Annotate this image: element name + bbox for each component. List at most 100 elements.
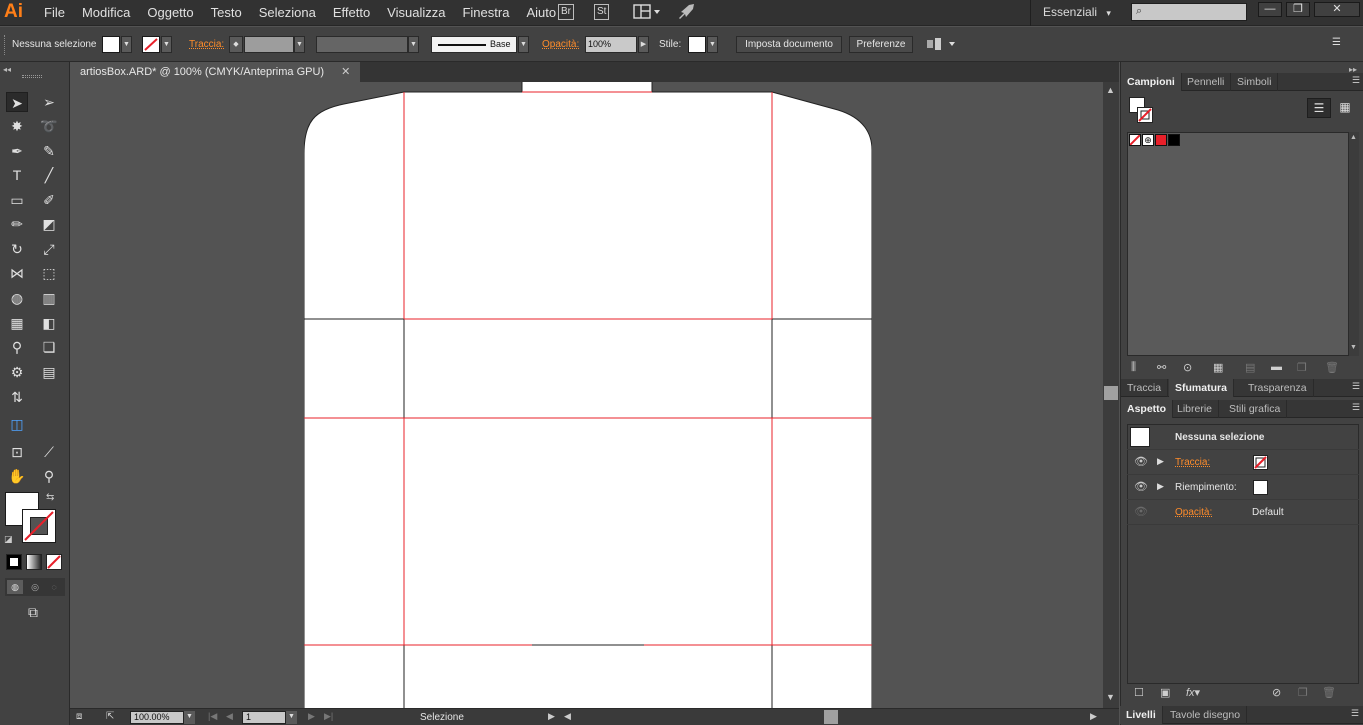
column-graph-tool-icon[interactable]: ▤ xyxy=(38,362,60,382)
add-new-effect-icon[interactable]: fx▾ xyxy=(1186,686,1200,699)
perspective-grid-tool-icon[interactable]: ▥ xyxy=(38,288,60,308)
mesh-tool-icon[interactable]: ▦ xyxy=(6,313,28,333)
close-tab-icon[interactable]: ✕ xyxy=(341,66,350,78)
stroke-swatch[interactable] xyxy=(142,36,160,53)
list-view-icon[interactable]: ☰ xyxy=(1307,98,1331,118)
search-input[interactable]: ⌕ xyxy=(1131,3,1247,21)
add-new-stroke-icon[interactable]: ☐ xyxy=(1134,686,1144,699)
rectangle-tool-icon[interactable]: ▭ xyxy=(6,190,28,210)
tab-layers[interactable]: Livelli xyxy=(1120,706,1163,724)
stroke-weight-stepper[interactable]: ◆ xyxy=(229,36,243,53)
artboard-number-input[interactable]: 1 xyxy=(242,711,286,724)
eye-icon[interactable]: 👁 xyxy=(1134,480,1148,493)
menu-finestra[interactable]: Finestra xyxy=(462,5,509,20)
restore-button[interactable]: ❐ xyxy=(1286,2,1310,17)
grip-icon[interactable] xyxy=(4,35,6,55)
swatch-libraries-icon[interactable]: ⫼ xyxy=(1131,361,1136,374)
hand-tool-icon[interactable]: ✋ xyxy=(6,466,28,486)
add-new-fill-icon[interactable]: ▣ xyxy=(1160,686,1170,699)
artboard-nav-icon[interactable]: ⧈ xyxy=(76,711,82,722)
panel-grip-icon[interactable] xyxy=(22,75,42,78)
last-artboard-icon[interactable]: ▶| xyxy=(324,711,333,722)
scroll-right-icon[interactable]: ▶ xyxy=(1090,711,1097,722)
expand-triangle-icon[interactable]: ▶ xyxy=(1157,481,1164,492)
paintbrush-tool-icon[interactable]: ✐ xyxy=(38,190,60,210)
swatch-none[interactable] xyxy=(1129,134,1141,146)
swap-colors-icon[interactable]: ⇆ xyxy=(46,492,54,503)
gradient-mode-icon[interactable] xyxy=(26,554,42,570)
color-mode-icon[interactable] xyxy=(6,554,22,570)
swatch-red[interactable] xyxy=(1155,134,1167,146)
brush-dropdown-icon[interactable]: ▼ xyxy=(518,36,529,53)
preferences-button[interactable]: Preferenze xyxy=(849,36,913,53)
appearance-fill-label[interactable]: Riempimento: xyxy=(1175,482,1237,493)
delete-item-icon[interactable]: 🗑 xyxy=(1322,686,1336,699)
eraser-tool-icon[interactable]: ◩ xyxy=(38,214,60,234)
bridge-button[interactable]: Br xyxy=(558,4,574,20)
brush-definition[interactable]: Base xyxy=(431,36,517,53)
scroll-up-icon[interactable]: ▲ xyxy=(1106,85,1115,95)
menu-visualizza[interactable]: Visualizza xyxy=(387,5,445,20)
scroll-up-icon[interactable]: ▲ xyxy=(1350,134,1357,141)
tab-brushes[interactable]: Pennelli xyxy=(1181,73,1232,91)
vertical-scroll-thumb[interactable] xyxy=(1104,386,1118,400)
eye-icon[interactable]: 👁 xyxy=(1134,505,1148,518)
canvas-area[interactable] xyxy=(70,82,1103,708)
menu-modifica[interactable]: Modifica xyxy=(82,5,130,20)
stroke-label[interactable]: Traccia: xyxy=(189,39,224,50)
zoom-tool-icon[interactable]: ⚲ xyxy=(38,466,60,486)
direct-selection-tool-icon[interactable]: ➢ xyxy=(38,92,60,112)
appearance-panel-menu-icon[interactable]: ☰ xyxy=(1352,402,1360,413)
layers-panel-menu-icon[interactable]: ☰ xyxy=(1351,708,1359,719)
eyedropper-tool-icon[interactable]: ⚲ xyxy=(6,337,28,357)
artboard-dropdown-icon[interactable]: ▼ xyxy=(286,711,297,724)
shape-builder-tool-icon[interactable]: ◍ xyxy=(6,288,28,308)
horizontal-scroll-thumb[interactable] xyxy=(824,710,838,724)
curvature-tool-icon[interactable]: ✎ xyxy=(38,141,60,161)
swatch-black[interactable] xyxy=(1168,134,1180,146)
fill-dropdown-icon[interactable]: ▼ xyxy=(121,36,132,53)
rotate-tool-icon[interactable]: ↻ xyxy=(6,239,28,259)
document-setup-button[interactable]: Imposta documento xyxy=(736,36,842,53)
appearance-stroke-row[interactable]: 👁 ▶ Traccia: xyxy=(1127,450,1359,475)
zoom-dropdown-icon[interactable]: ▼ xyxy=(184,711,195,724)
draw-inside-icon[interactable]: ◌ xyxy=(46,580,62,594)
next-artboard-icon[interactable]: ▶ xyxy=(308,711,315,722)
new-swatch-icon[interactable]: ❐ xyxy=(1297,361,1307,374)
fill-swatch[interactable] xyxy=(102,36,120,53)
control-bar-menu-icon[interactable]: ☰ xyxy=(1332,37,1341,48)
appearance-fill-swatch[interactable] xyxy=(1253,480,1268,495)
scroll-down-icon[interactable]: ▼ xyxy=(1350,344,1357,351)
tab-transparency[interactable]: Trasparenza xyxy=(1242,379,1314,397)
draw-normal-icon[interactable]: ◍ xyxy=(7,580,23,594)
tab-graphic-styles[interactable]: Stili grafica xyxy=(1223,400,1288,418)
workspace-switcher[interactable]: Essenziali ▾ xyxy=(1043,5,1111,19)
clear-appearance-icon[interactable]: ⊘ xyxy=(1272,686,1281,699)
stroke-weight-input[interactable] xyxy=(244,36,294,53)
new-folder-icon[interactable]: ▬ xyxy=(1271,361,1282,373)
new-color-group-icon[interactable]: ▦ xyxy=(1213,361,1223,374)
none-mode-icon[interactable] xyxy=(46,554,62,570)
artboard[interactable] xyxy=(304,82,872,708)
arrange-documents-icon[interactable] xyxy=(633,3,663,24)
status-menu-arrow-icon[interactable]: ▶ xyxy=(548,711,555,722)
free-transform-tool-icon[interactable]: ⬚ xyxy=(38,263,60,283)
selection-tool-icon[interactable]: ➤ xyxy=(6,92,28,112)
duplicate-item-icon[interactable]: ❐ xyxy=(1298,686,1308,699)
menu-effetto[interactable]: Effetto xyxy=(333,5,370,20)
appearance-stroke-label[interactable]: Traccia: xyxy=(1175,457,1210,468)
tab-appearance[interactable]: Aspetto xyxy=(1121,400,1174,418)
vertical-scrollbar[interactable]: ▲ ▼ xyxy=(1103,82,1119,708)
first-artboard-icon[interactable]: |◀ xyxy=(208,711,217,722)
style-dropdown-icon[interactable]: ▼ xyxy=(707,36,718,53)
artboard-tool-icon[interactable]: ⊡ xyxy=(6,442,28,462)
tab-gradient[interactable]: Sfumatura xyxy=(1169,379,1234,397)
color-group-options-icon[interactable]: ▤ xyxy=(1245,361,1255,374)
stroke-color-swatch[interactable] xyxy=(22,509,56,543)
menu-oggetto[interactable]: Oggetto xyxy=(147,5,193,20)
scroll-left-icon[interactable]: ◀ xyxy=(564,711,571,722)
menu-file[interactable]: File xyxy=(44,5,65,20)
opacity-label[interactable]: Opacità: xyxy=(542,39,579,50)
appearance-fill-row[interactable]: 👁 ▶ Riempimento: xyxy=(1127,475,1359,500)
scroll-down-icon[interactable]: ▼ xyxy=(1106,692,1115,702)
